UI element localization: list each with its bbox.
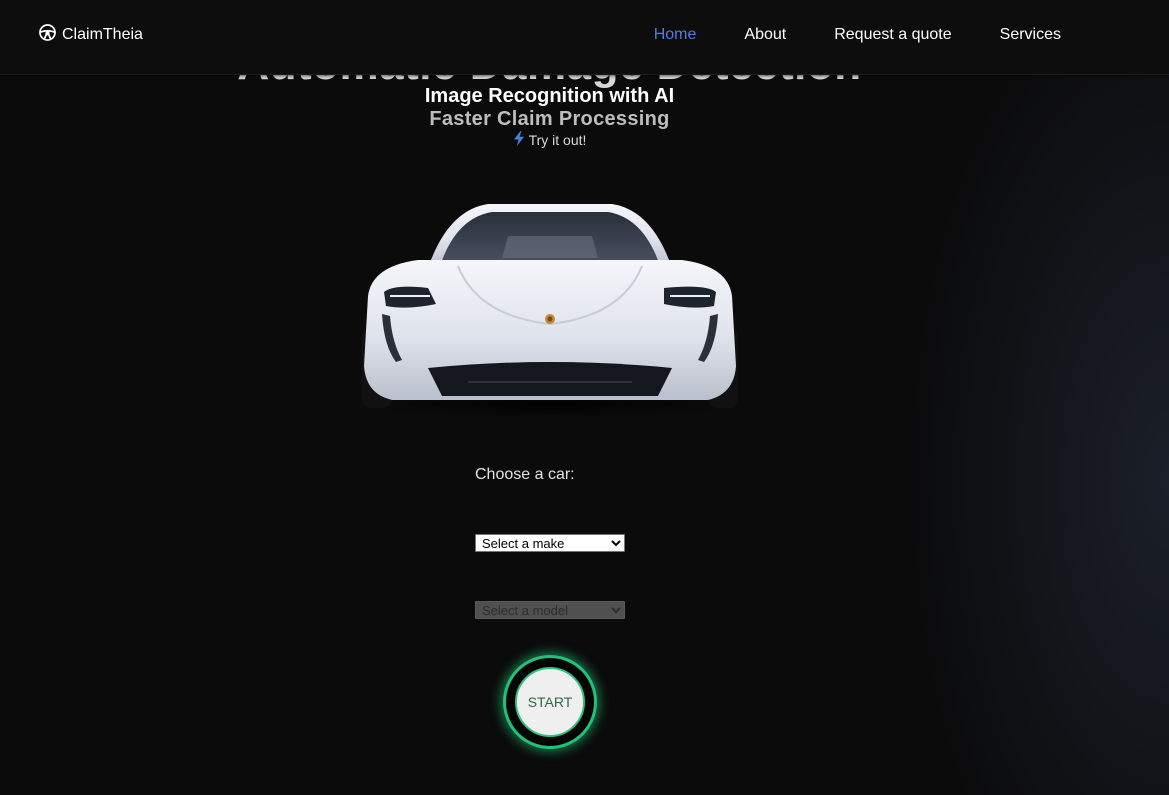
make-select[interactable]: Select a make — [475, 534, 625, 552]
lightning-bolt-icon — [513, 131, 525, 149]
nav-about[interactable]: About — [744, 26, 786, 43]
car-image — [358, 196, 742, 418]
model-select[interactable]: Select a model — [475, 601, 625, 619]
nav-links: Home About Request a quote Services — [654, 24, 1061, 46]
choose-car-label: Choose a car: — [475, 466, 575, 483]
nav-home[interactable]: Home — [654, 26, 697, 43]
steering-wheel-icon — [38, 23, 57, 47]
try-it-out-text: Try it out! — [528, 132, 587, 148]
hero-subtitle: Faster Claim Processing — [429, 108, 670, 130]
brand-link[interactable]: ClaimTheia — [38, 24, 143, 46]
brand-name: ClaimTheia — [62, 26, 143, 43]
navbar: ClaimTheia Home About Request a quote Se… — [0, 0, 1169, 75]
try-it-out-link[interactable]: Try it out! — [0, 131, 1099, 149]
hero-title: Image Recognition with AI — [424, 85, 675, 107]
nav-services[interactable]: Services — [1000, 26, 1061, 43]
start-button[interactable]: START — [515, 667, 585, 737]
start-button-ring: START — [503, 655, 597, 749]
nav-request-quote[interactable]: Request a quote — [834, 26, 951, 43]
page: Automatic Damage Detection ClaimTheia Ho… — [0, 0, 1169, 795]
